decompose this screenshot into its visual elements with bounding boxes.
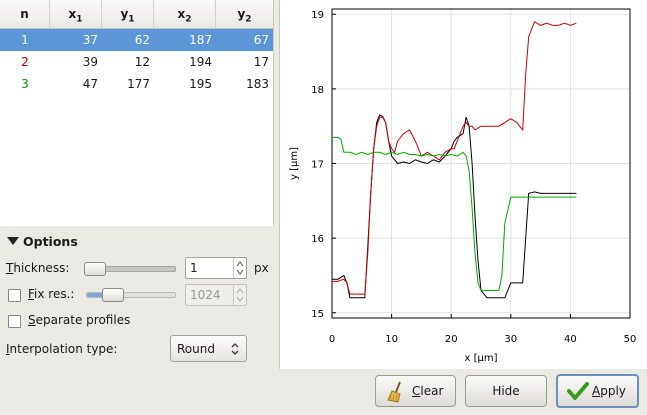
column-header-y2[interactable]: y2 <box>216 0 273 28</box>
table-cell-y1: 12 <box>134 55 150 69</box>
table-cell-x2: 194 <box>189 55 212 69</box>
x-tick-label: 40 <box>564 334 577 345</box>
table-cell-x2: 195 <box>189 77 212 91</box>
fixres-checkbox[interactable] <box>8 289 21 302</box>
hide-label: Hide <box>492 384 520 398</box>
fixres-value: 1024 <box>190 288 221 302</box>
thickness-label: Thickness: <box>6 261 70 275</box>
interpolation-combo[interactable]: Round <box>170 335 247 362</box>
clear-button[interactable]: Clear <box>375 375 456 407</box>
options-title[interactable]: Options <box>23 234 78 249</box>
table-cell-x2: 187 <box>189 33 212 47</box>
column-header-x2[interactable]: x2 <box>154 0 216 28</box>
table-cell-y2: 183 <box>246 77 269 91</box>
interpolation-value: Round <box>177 342 215 356</box>
column-header-n[interactable]: n <box>0 0 50 28</box>
separate-profiles-label[interactable]: Separate profiles <box>28 313 130 327</box>
y-tick-label: 19 <box>311 10 324 21</box>
table-cell-y1: 62 <box>134 33 150 47</box>
thickness-spinbox[interactable]: 1 <box>185 257 247 279</box>
table-cell-y2: 67 <box>253 33 269 47</box>
broom-icon <box>387 381 401 403</box>
checkmark-icon <box>567 382 589 400</box>
table-cell-x1: 47 <box>82 77 98 91</box>
options-expander-icon[interactable] <box>7 237 19 245</box>
spin-arrows-icon[interactable] <box>233 258 246 278</box>
thickness-slider-handle[interactable] <box>84 262 106 276</box>
hide-button[interactable]: Hide <box>465 375 547 407</box>
x-tick-label: 30 <box>504 334 517 345</box>
x-tick-label: 50 <box>624 334 637 345</box>
table-cell-n: 2 <box>21 55 29 69</box>
apply-button[interactable]: Apply <box>556 374 639 408</box>
x-axis-label: x [µm] <box>464 353 497 364</box>
graph-area[interactable]: 0 10 20 30 40 50 15 16 17 18 19 x [µm] y [µm] <box>279 0 647 369</box>
thickness-value: 1 <box>190 261 198 275</box>
y-tick-label: 15 <box>311 309 324 320</box>
table-cell-y2: 17 <box>253 55 269 69</box>
table-header: n x1 y1 x2 y2 <box>0 0 273 29</box>
apply-label: Apply <box>592 384 626 398</box>
table-cell-x1: 39 <box>82 55 98 69</box>
y-tick-label: 18 <box>311 85 324 96</box>
selection-table[interactable]: n x1 y1 x2 y2 1 37 62 187 67 2 39 12 194 17 3 47 177… <box>0 0 274 226</box>
fixres-spinbox[interactable]: 1024 <box>185 284 247 306</box>
fixres-slider[interactable] <box>86 292 176 298</box>
y-tick-label: 17 <box>311 160 324 171</box>
table-cell-y1: 177 <box>127 77 150 91</box>
x-tick-label: 20 <box>445 334 458 345</box>
clear-label: Clear <box>412 384 444 398</box>
column-header-x1[interactable]: x1 <box>50 0 102 28</box>
updown-arrows-icon <box>231 343 239 355</box>
separate-profiles-checkbox[interactable] <box>8 315 21 328</box>
x-tick-label: 10 <box>385 334 398 345</box>
y-tick-label: 16 <box>311 234 324 245</box>
thickness-unit: px <box>254 261 269 275</box>
y-axis-label: y [µm] <box>289 147 300 180</box>
fixres-label[interactable]: Fix res.: <box>28 287 74 301</box>
table-cell-x1: 37 <box>82 33 98 47</box>
table-row[interactable]: 3 47 177 195 183 <box>0 73 273 95</box>
table-cell-n: 3 <box>21 77 29 91</box>
interpolation-label: Interpolation type: <box>6 342 118 356</box>
spin-arrows-icon[interactable] <box>233 285 246 305</box>
fixres-slider-handle[interactable] <box>102 288 124 302</box>
column-header-y1[interactable]: y1 <box>102 0 154 28</box>
table-row[interactable]: 1 37 62 187 67 <box>0 29 273 51</box>
x-tick-label: 0 <box>329 334 335 345</box>
profile-chart: 0 10 20 30 40 50 15 16 17 18 19 x [µm] y [µm] <box>289 8 637 364</box>
table-row[interactable]: 2 39 12 194 17 <box>0 51 273 73</box>
table-cell-n: 1 <box>21 33 29 47</box>
